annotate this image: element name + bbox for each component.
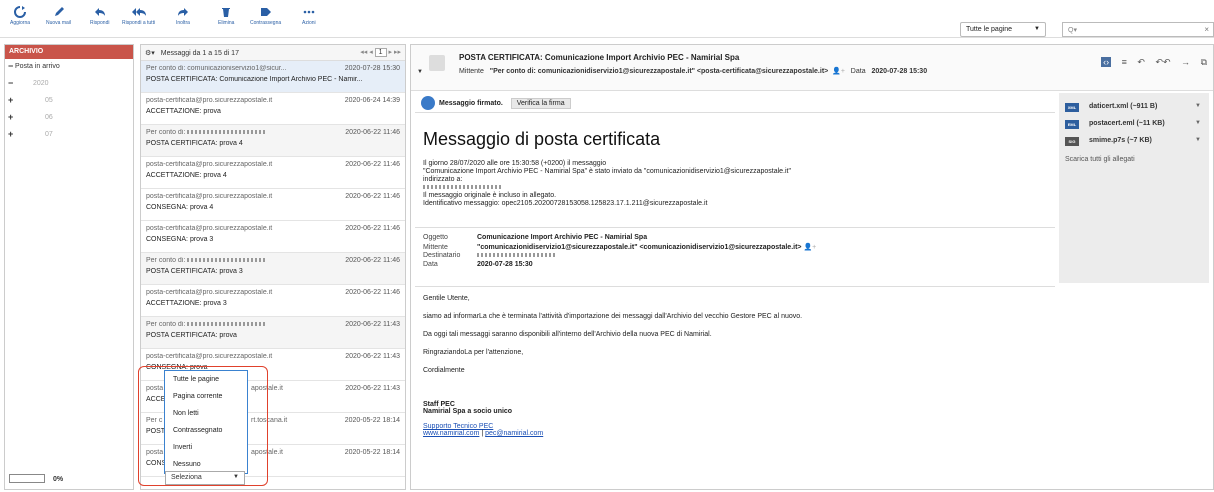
folder-panel: ARCHIVIO − Posta in arrivo −2020 +05 +06 …: [4, 44, 134, 490]
chevron-down-icon[interactable]: ▼: [1195, 137, 1201, 143]
view-toggle-icon[interactable]: ‹›: [1101, 57, 1112, 67]
attachment-item[interactable]: SIG smime.p7s (~7 KB) ▼: [1059, 133, 1209, 150]
expand-icon[interactable]: +: [8, 112, 13, 122]
option-all-pages[interactable]: Tutte le pagine: [165, 371, 247, 388]
reply-all-icon[interactable]: ↶↶: [1155, 57, 1170, 68]
redacted-text: [187, 322, 268, 327]
website-link[interactable]: www.namirial.com: [423, 430, 479, 437]
reply-icon[interactable]: ↶: [1137, 57, 1145, 68]
xml-file-icon: XML: [1065, 103, 1079, 112]
redacted-text: [187, 130, 268, 135]
email-link[interactable]: pec@namirial.com: [485, 430, 543, 437]
message-reader: ▼ POSTA CERTIFICATA: Comunicazione Impor…: [410, 44, 1214, 490]
redacted-text: [477, 253, 557, 258]
add-contact-icon[interactable]: 👤+: [830, 68, 849, 75]
folder-07[interactable]: +07: [5, 127, 133, 144]
list-header: ⚙▾ Messaggi da 1 a 15 di 17 ◂◂ ◂ 1 ▸ ▸▸: [141, 45, 405, 61]
redacted-text: [187, 258, 268, 263]
page-scope-select[interactable]: Tutte le pagine ▼: [960, 22, 1046, 37]
pencil-icon: [54, 7, 64, 16]
select-button[interactable]: Seleziona ▼: [165, 471, 245, 485]
flag-button[interactable]: Contrassegna: [250, 6, 281, 26]
refresh-icon: [14, 6, 26, 18]
reader-header: ▼ POSTA CERTIFICATA: Comunicazione Impor…: [411, 45, 1213, 91]
reader-tools: ‹› ≡ ↶ ↶↶ → ⧉: [1093, 57, 1207, 68]
table-row[interactable]: Per conto di: 2020-06-22 11:46 POSTA CERT…: [141, 253, 405, 285]
certified-icon: [421, 96, 435, 110]
popout-icon[interactable]: ⧉: [1201, 57, 1207, 68]
message-subject: POSTA CERTIFICATA: Comunicazione Import …: [459, 53, 740, 62]
message-meta: Mittente "Per conto di: comunicazionidis…: [459, 68, 928, 75]
table-row[interactable]: posta-certificata@pro.sicurezzapostale.i…: [141, 221, 405, 253]
reply-all-button[interactable]: Rispondi a tutti: [122, 6, 155, 26]
chevron-down-icon: ▼: [233, 474, 239, 480]
signature-bar: Messaggio firmato. Verifica la firma: [415, 93, 1055, 113]
select-dropdown-menu: Tutte le pagine Pagina corrente Non lett…: [164, 370, 248, 474]
headers-icon[interactable]: ≡: [1122, 57, 1127, 67]
pager[interactable]: ◂◂ ◂ 1 ▸ ▸▸: [360, 48, 401, 57]
gear-icon[interactable]: ⚙▾: [145, 50, 155, 57]
new-mail-button[interactable]: Nuova mail: [46, 6, 71, 26]
expand-icon[interactable]: +: [8, 129, 13, 139]
eml-file-icon: EML: [1065, 120, 1079, 129]
option-flagged[interactable]: Contrassegnato: [165, 422, 247, 439]
forward-button[interactable]: Inoltra: [176, 6, 190, 26]
trash-icon: [222, 8, 231, 17]
table-row[interactable]: Per conto di: 2020-06-22 11:43 POSTA CERT…: [141, 317, 405, 349]
attachment-item[interactable]: EML postacert.eml (~11 KB) ▼: [1059, 116, 1209, 133]
chevron-down-icon[interactable]: ▼: [1195, 103, 1201, 109]
option-invert[interactable]: Inverti: [165, 439, 247, 456]
message-details: Oggetto Comunicazione Import Archivio PEC…: [415, 227, 1055, 287]
table-row[interactable]: Per conto di: comunicazioniservizio1@sic…: [141, 61, 405, 93]
table-row[interactable]: posta-certificata@pro.sicurezzapostale.i…: [141, 189, 405, 221]
option-unread[interactable]: Non letti: [165, 405, 247, 422]
table-row[interactable]: Per conto di: 2020-06-22 11:46 POSTA CERT…: [141, 125, 405, 157]
expand-icon[interactable]: +: [8, 95, 13, 105]
tag-icon: [260, 8, 271, 16]
signature-file-icon: SIG: [1065, 137, 1079, 146]
folder-05[interactable]: +05: [5, 93, 133, 110]
table-row[interactable]: posta-certificata@pro.sicurezzapostale.i…: [141, 93, 405, 125]
table-row[interactable]: posta-certificata@pro.sicurezzapostale.i…: [141, 285, 405, 317]
message-body: Messaggio firmato. Verifica la firma Mes…: [415, 93, 1055, 489]
folder-inbox[interactable]: − Posta in arrivo: [5, 59, 133, 76]
chevron-down-icon[interactable]: ▼: [417, 69, 423, 75]
close-icon[interactable]: ×: [1204, 25, 1209, 34]
redacted-text: [423, 185, 503, 190]
refresh-button[interactable]: Aggiorna: [10, 6, 30, 26]
reply-icon: [94, 8, 105, 16]
search-input[interactable]: Q▾ ×: [1062, 22, 1214, 37]
quota-percent: 0%: [53, 476, 64, 483]
verify-signature-button[interactable]: Verifica la firma: [510, 98, 571, 109]
forward-icon[interactable]: →: [1181, 57, 1190, 67]
more-icon: [303, 10, 315, 14]
folder-06[interactable]: +06: [5, 110, 133, 127]
reply-all-icon: [131, 8, 146, 16]
avatar: [429, 55, 445, 71]
folder-2020[interactable]: −2020: [5, 76, 133, 93]
chevron-down-icon: ▼: [1034, 26, 1040, 32]
quota-progress-bar: [9, 474, 45, 483]
attachments-panel: XML daticert.xml (~911 B) ▼ EML postacert.e…: [1059, 93, 1209, 283]
chevron-down-icon[interactable]: ▼: [1195, 120, 1201, 126]
actions-button[interactable]: Azioni: [302, 6, 316, 26]
collapse-icon[interactable]: −: [8, 61, 13, 71]
collapse-icon[interactable]: −: [8, 78, 13, 88]
table-row[interactable]: posta-certificata@pro.sicurezzapostale.i…: [141, 157, 405, 189]
delete-button[interactable]: Elimina: [218, 6, 234, 26]
add-contact-icon[interactable]: 👤+: [802, 244, 816, 251]
archive-header: ARCHIVIO: [5, 45, 133, 59]
attachment-item[interactable]: XML daticert.xml (~911 B) ▼: [1059, 99, 1209, 116]
forward-icon: [177, 8, 188, 16]
reply-button[interactable]: Rispondi: [90, 6, 109, 26]
support-link[interactable]: Supporto Tecnico PEC: [423, 423, 1053, 430]
toolbar: Aggiorna Nuova mail Rispondi Rispondi a …: [0, 0, 1214, 38]
page-title: Messaggio di posta certificata: [423, 129, 661, 149]
option-current-page[interactable]: Pagina corrente: [165, 388, 247, 405]
download-all-link[interactable]: Scarica tutti gli allegati: [1059, 150, 1209, 169]
